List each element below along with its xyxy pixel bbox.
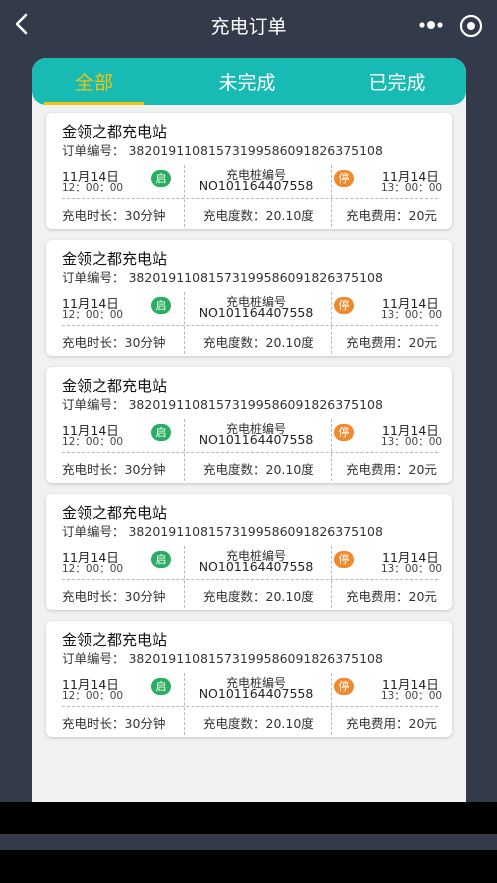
charge-fee: 充电费用：20元 xyxy=(346,716,437,731)
stop-badge: 停 xyxy=(334,424,354,441)
station-name: 金领之都充电站 xyxy=(62,250,168,268)
divider xyxy=(331,292,332,354)
pile-number: NO101164407558 xyxy=(198,305,314,320)
start-badge: 启 xyxy=(151,551,171,568)
stop-badge: 停 xyxy=(334,297,354,314)
divider xyxy=(62,325,438,326)
charge-kwh: 充电度数：20.10度 xyxy=(203,716,314,731)
order-card[interactable]: 金领之都充电站 订单编号： 38201911081573199586091826… xyxy=(46,367,452,483)
active-tab-indicator xyxy=(44,102,144,105)
end-time: 13：00：00 xyxy=(381,436,443,448)
end-time: 13：00：00 xyxy=(381,309,443,321)
navigation-bar: 充电订单 xyxy=(0,0,497,50)
start-badge: 启 xyxy=(151,297,171,314)
station-name: 金领之都充电站 xyxy=(62,631,168,649)
pile-number: NO101164407558 xyxy=(198,178,314,193)
divider xyxy=(184,546,185,608)
charge-kwh: 充电度数：20.10度 xyxy=(203,462,314,477)
end-time: 13：00：00 xyxy=(381,182,443,194)
charge-kwh: 充电度数：20.10度 xyxy=(203,208,314,223)
divider xyxy=(331,419,332,481)
station-name: 金领之都充电站 xyxy=(62,123,168,141)
divider xyxy=(331,165,332,227)
divider xyxy=(184,292,185,354)
order-card[interactable]: 金领之都充电站 订单编号： 38201911081573199586091826… xyxy=(46,621,452,737)
pile-number: NO101164407558 xyxy=(198,432,314,447)
order-number: 订单编号： 38201911081573199586091826375108 xyxy=(62,397,383,412)
charge-fee: 充电费用：20元 xyxy=(346,208,437,223)
tab-bar: 全部 未完成 已完成 xyxy=(32,58,466,105)
start-badge: 启 xyxy=(151,170,171,187)
target-icon[interactable] xyxy=(459,14,483,38)
more-dots-icon[interactable] xyxy=(417,15,445,35)
charge-fee: 充电费用：20元 xyxy=(346,462,437,477)
divider xyxy=(62,706,438,707)
order-card[interactable]: 金领之都充电站 订单编号： 38201911081573199586091826… xyxy=(46,113,452,229)
charge-duration: 充电时长：30分钟 xyxy=(62,462,166,477)
start-badge: 启 xyxy=(151,424,171,441)
start-time: 12：00：00 xyxy=(62,436,124,448)
bottom-black-bar-2 xyxy=(0,850,497,883)
divider xyxy=(184,673,185,735)
divider xyxy=(331,673,332,735)
tab-all[interactable]: 全部 xyxy=(44,68,144,105)
station-name: 金领之都充电站 xyxy=(62,377,168,395)
stop-badge: 停 xyxy=(334,170,354,187)
start-time: 12：00：00 xyxy=(62,690,124,702)
divider xyxy=(62,198,438,199)
start-time: 12：00：00 xyxy=(62,182,124,194)
charge-fee: 充电费用：20元 xyxy=(346,589,437,604)
order-number: 订单编号： 38201911081573199586091826375108 xyxy=(62,270,383,285)
divider xyxy=(62,452,438,453)
charge-kwh: 充电度数：20.10度 xyxy=(203,335,314,350)
order-number: 订单编号： 38201911081573199586091826375108 xyxy=(62,143,383,158)
end-time: 13：00：00 xyxy=(381,690,443,702)
charge-duration: 充电时长：30分钟 xyxy=(62,335,166,350)
pile-number: NO101164407558 xyxy=(198,559,314,574)
bottom-gap xyxy=(0,834,497,850)
stop-badge: 停 xyxy=(334,551,354,568)
station-name: 金领之都充电站 xyxy=(62,504,168,522)
pile-number: NO101164407558 xyxy=(198,686,314,701)
charge-fee: 充电费用：20元 xyxy=(346,335,437,350)
bottom-black-bar xyxy=(0,802,497,834)
charge-duration: 充电时长：30分钟 xyxy=(62,716,166,731)
divider xyxy=(62,579,438,580)
order-number: 订单编号： 38201911081573199586091826375108 xyxy=(62,524,383,539)
end-time: 13：00：00 xyxy=(381,563,443,575)
divider xyxy=(184,419,185,481)
divider xyxy=(331,546,332,608)
charge-duration: 充电时长：30分钟 xyxy=(62,589,166,604)
charge-kwh: 充电度数：20.10度 xyxy=(203,589,314,604)
start-badge: 启 xyxy=(151,678,171,695)
charge-duration: 充电时长：30分钟 xyxy=(62,208,166,223)
tab-unfinished[interactable]: 未完成 xyxy=(192,68,302,105)
stop-badge: 停 xyxy=(334,678,354,695)
start-time: 12：00：00 xyxy=(62,563,124,575)
start-time: 12：00：00 xyxy=(62,309,124,321)
orders-panel: 全部 未完成 已完成 金领之都充电站 订单编号： 382019110815731… xyxy=(32,58,466,818)
tab-finished[interactable]: 已完成 xyxy=(342,68,452,105)
order-card[interactable]: 金领之都充电站 订单编号： 38201911081573199586091826… xyxy=(46,240,452,356)
order-card[interactable]: 金领之都充电站 订单编号： 38201911081573199586091826… xyxy=(46,494,452,610)
divider xyxy=(184,165,185,227)
order-number: 订单编号： 38201911081573199586091826375108 xyxy=(62,651,383,666)
